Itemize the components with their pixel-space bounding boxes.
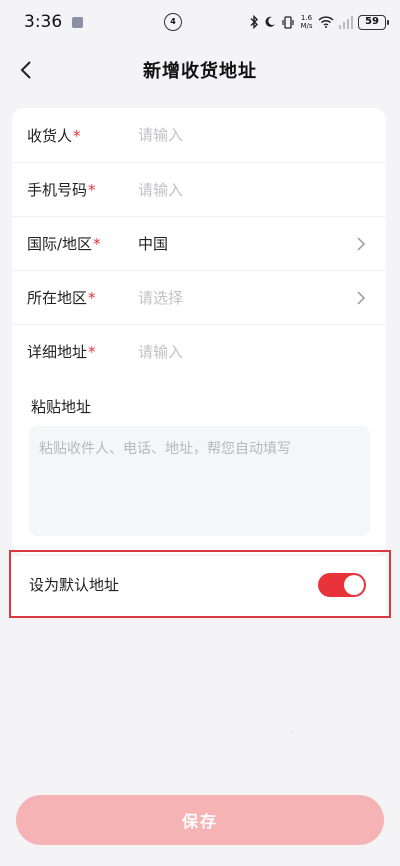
phone-input[interactable] bbox=[138, 174, 348, 205]
required-mark: * bbox=[73, 126, 81, 145]
speed-value: 1.6 bbox=[300, 14, 313, 22]
status-icons: 1.6 M/s 59 bbox=[249, 14, 389, 30]
battery-icon: 59 bbox=[358, 14, 389, 30]
region-value: 请选择 bbox=[138, 289, 184, 307]
chevron-right-icon bbox=[357, 291, 366, 305]
page-title: 新增收货地址 bbox=[143, 61, 257, 82]
address-form: 收货人* 手机号码* 国际/地区* 中国 所在地区* 请选择 详细地址* 粘贴地… bbox=[12, 108, 386, 554]
page-header: 新增收货地址 bbox=[0, 44, 400, 96]
phone-label: 手机号码* bbox=[27, 181, 96, 199]
paste-address-label: 粘贴地址 bbox=[31, 398, 92, 416]
signal-icon bbox=[338, 15, 353, 29]
paste-address-textarea[interactable] bbox=[29, 426, 370, 536]
default-address-label: 设为默认地址 bbox=[29, 576, 120, 594]
detail-address-input[interactable] bbox=[138, 336, 348, 367]
network-speed: 1.6 M/s bbox=[300, 14, 312, 30]
bluetooth-icon bbox=[250, 15, 259, 29]
country-label: 国际/地区* bbox=[27, 235, 101, 253]
recipient-input[interactable] bbox=[138, 120, 348, 150]
recipient-row: 收货人* bbox=[12, 108, 386, 162]
chevron-right-icon bbox=[357, 237, 366, 251]
required-mark: * bbox=[88, 343, 96, 361]
country-value: 中国 bbox=[138, 235, 169, 253]
notification-icon bbox=[72, 16, 84, 28]
moon-icon bbox=[265, 16, 276, 27]
required-mark: * bbox=[88, 181, 96, 199]
stray-dot bbox=[291, 732, 292, 733]
back-button[interactable] bbox=[12, 56, 40, 84]
vibrate-icon bbox=[282, 15, 295, 29]
region-label: 所在地区* bbox=[27, 289, 96, 307]
status-time: 3:36 bbox=[24, 12, 63, 32]
detail-address-row: 详细地址* bbox=[12, 324, 386, 378]
nfc-icon: 4 bbox=[164, 13, 182, 31]
recipient-label: 收货人* bbox=[27, 126, 81, 145]
default-address-toggle[interactable] bbox=[318, 573, 366, 597]
wifi-icon bbox=[317, 16, 334, 28]
status-bar: 3:36 4 1.6 M/s 59 bbox=[0, 0, 400, 44]
phone-row: 手机号码* bbox=[12, 162, 386, 216]
required-mark: * bbox=[93, 235, 101, 253]
detail-address-label: 详细地址* bbox=[27, 343, 96, 361]
save-button[interactable]: 保存 bbox=[16, 795, 384, 845]
back-chevron-icon bbox=[20, 61, 31, 79]
toggle-knob bbox=[344, 575, 364, 595]
speed-unit: M/s bbox=[300, 22, 313, 30]
country-row[interactable]: 国际/地区* 中国 bbox=[12, 216, 386, 270]
region-row[interactable]: 所在地区* 请选择 bbox=[12, 270, 386, 324]
default-address-row: 设为默认地址 bbox=[12, 556, 386, 616]
required-mark: * bbox=[88, 289, 96, 307]
